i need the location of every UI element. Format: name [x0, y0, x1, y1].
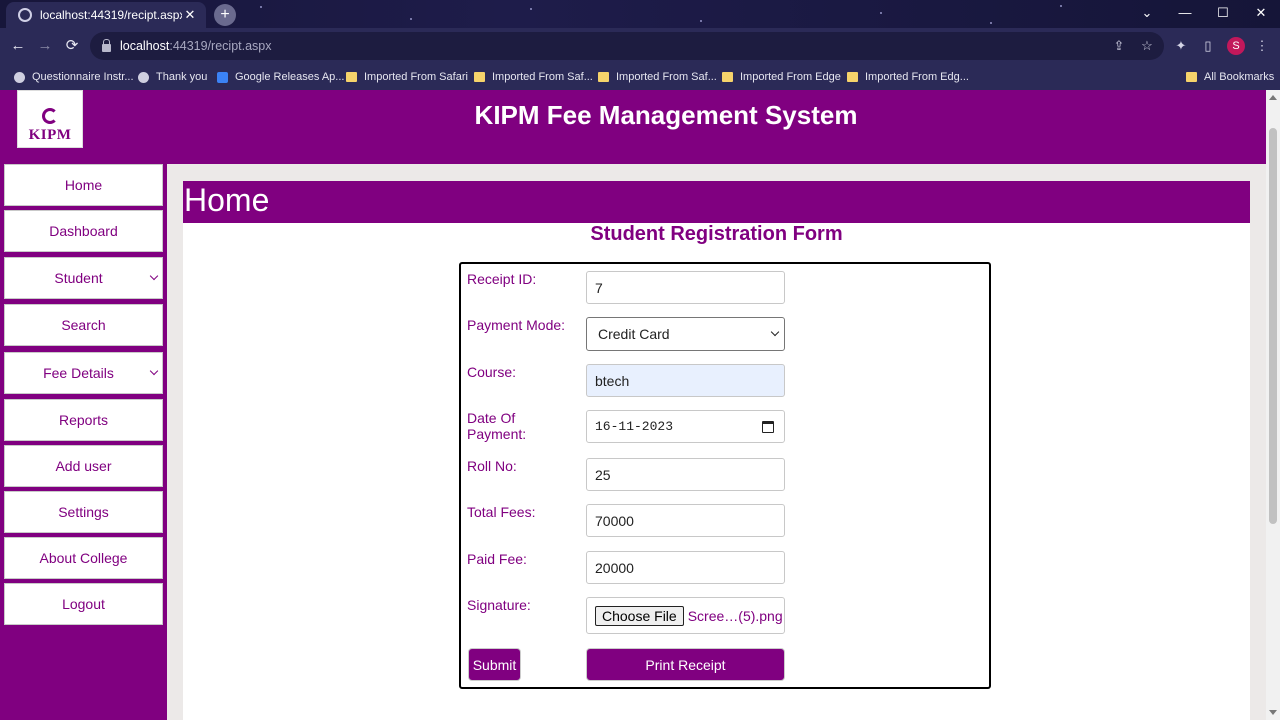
folder-icon	[598, 72, 609, 82]
more-menu-icon[interactable]: ⋮	[1253, 37, 1271, 55]
browser-toolbar: ← → ⟳ localhost :44319/recipt.aspx ⇪ ☆ ✦…	[0, 28, 1280, 64]
browser-tab-active[interactable]: localhost:44319/recipt.aspx ✕	[6, 2, 206, 28]
bookmark-folder[interactable]: Imported From Safari	[346, 68, 468, 86]
folder-icon	[722, 72, 733, 82]
browser-tab-strip: localhost:44319/recipt.aspx ✕ + ⌄ — ☐ ✕	[0, 0, 1280, 28]
site-header: KIPM KIPM Fee Management System	[0, 90, 1266, 164]
page-scrollbar[interactable]	[1266, 90, 1280, 720]
back-button[interactable]: ←	[7, 35, 29, 57]
roll-no-label: Roll No:	[467, 458, 517, 474]
submit-button[interactable]: Submit	[468, 648, 521, 681]
scrollbar-thumb[interactable]	[1269, 128, 1277, 524]
roll-no-input[interactable]: 25	[586, 458, 785, 491]
tab-search-button[interactable]: ⌄	[1128, 2, 1166, 24]
bookmark-folder[interactable]: Imported From Edg...	[847, 68, 969, 86]
close-tab-icon[interactable]: ✕	[182, 7, 198, 23]
college-logo[interactable]: KIPM	[17, 90, 83, 148]
lock-icon	[102, 38, 111, 52]
payment-mode-select[interactable]: Credit Card	[586, 317, 785, 351]
main-content: Home Student Registration Form Receipt I…	[183, 181, 1250, 720]
bookmark-item[interactable]: Questionnaire Instr...	[14, 68, 134, 86]
date-of-payment-label: Date Of Payment:	[467, 410, 527, 442]
sidebar-item-logout[interactable]: Logout	[4, 583, 163, 625]
profile-avatar[interactable]: S	[1227, 37, 1245, 55]
total-fees-input[interactable]: 70000	[586, 504, 785, 537]
sidebar-item-home[interactable]: Home	[4, 164, 163, 206]
bookmark-folder[interactable]: Imported From Saf...	[598, 68, 717, 86]
sidebar-item-fee-details[interactable]: Fee Details	[4, 352, 163, 394]
url-host: localhost	[120, 39, 170, 53]
scroll-up-icon[interactable]	[1269, 95, 1277, 100]
side-panel-icon[interactable]: ▯	[1199, 37, 1217, 55]
google-icon	[217, 71, 228, 83]
share-icon[interactable]: ⇪	[1110, 37, 1128, 55]
minimize-button[interactable]: —	[1166, 2, 1204, 24]
print-receipt-button[interactable]: Print Receipt	[586, 648, 785, 681]
url-path: :44319/recipt.aspx	[169, 39, 272, 53]
sidebar-item-student[interactable]: Student	[4, 257, 163, 299]
globe-icon	[14, 71, 25, 83]
folder-icon	[474, 72, 485, 82]
tab-title: localhost:44319/recipt.aspx	[40, 8, 182, 22]
bookmarks-bar: Questionnaire Instr... Thank you Google …	[0, 64, 1280, 90]
chevron-down-icon	[770, 327, 780, 337]
signature-file-input[interactable]: Choose File Scree…(5).png	[586, 597, 785, 634]
page-title-bar: Home	[183, 181, 1250, 223]
reload-button[interactable]: ⟳	[61, 35, 83, 57]
signature-label: Signature:	[467, 597, 531, 613]
bookmark-folder[interactable]: Imported From Saf...	[474, 68, 593, 86]
site-title: KIPM Fee Management System	[474, 100, 858, 130]
all-bookmarks[interactable]: All Bookmarks	[1186, 68, 1274, 86]
receipt-id-label: Receipt ID:	[467, 271, 537, 287]
course-input[interactable]: btech	[586, 364, 785, 397]
page-title: Home	[184, 182, 270, 218]
receipt-form: Receipt ID: 7 Payment Mode: Credit Card …	[459, 262, 991, 689]
sidebar-item-reports[interactable]: Reports	[4, 399, 163, 441]
calendar-icon[interactable]	[762, 421, 774, 433]
sidebar-item-settings[interactable]: Settings	[4, 491, 163, 533]
sidebar-item-dashboard[interactable]: Dashboard	[4, 210, 163, 252]
sidebar-item-search[interactable]: Search	[4, 304, 163, 346]
paid-fee-input[interactable]: 20000	[586, 551, 785, 584]
receipt-id-input[interactable]: 7	[586, 271, 785, 304]
globe-icon	[18, 8, 32, 22]
choose-file-button[interactable]: Choose File	[595, 605, 684, 626]
date-of-payment-input[interactable]: 16-11-2023	[586, 410, 785, 443]
bookmark-item[interactable]: Google Releases Ap...	[217, 68, 344, 86]
folder-icon	[1186, 72, 1197, 82]
form-title: Student Registration Form	[590, 223, 843, 245]
extensions-icon[interactable]: ✦	[1172, 37, 1190, 55]
bookmark-folder[interactable]: Imported From Edge	[722, 68, 841, 86]
address-bar[interactable]: localhost :44319/recipt.aspx ⇪ ☆	[90, 32, 1164, 60]
course-label: Course:	[467, 364, 517, 380]
selected-file-name: Scree…(5).png	[687, 607, 783, 624]
total-fees-label: Total Fees:	[467, 504, 536, 520]
folder-icon	[346, 72, 357, 82]
folder-icon	[847, 72, 858, 82]
bookmark-item[interactable]: Thank you	[138, 68, 207, 86]
bookmark-star-icon[interactable]: ☆	[1138, 37, 1156, 55]
sidebar-item-add-user[interactable]: Add user	[4, 445, 163, 487]
paid-fee-label: Paid Fee:	[467, 551, 527, 567]
globe-icon	[138, 71, 149, 83]
maximize-button[interactable]: ☐	[1204, 2, 1242, 24]
scroll-down-icon[interactable]	[1269, 710, 1277, 715]
payment-mode-label: Payment Mode:	[467, 317, 566, 333]
sidebar-nav: Home Dashboard Student Search Fee Detail…	[0, 164, 167, 720]
logo-emblem-icon	[42, 108, 58, 124]
web-page: KIPM KIPM Fee Management System Home Das…	[0, 90, 1266, 720]
sidebar-item-about-college[interactable]: About College	[4, 537, 163, 579]
forward-button[interactable]: →	[34, 35, 56, 57]
new-tab-button[interactable]: +	[214, 4, 236, 26]
close-window-button[interactable]: ✕	[1242, 2, 1280, 24]
